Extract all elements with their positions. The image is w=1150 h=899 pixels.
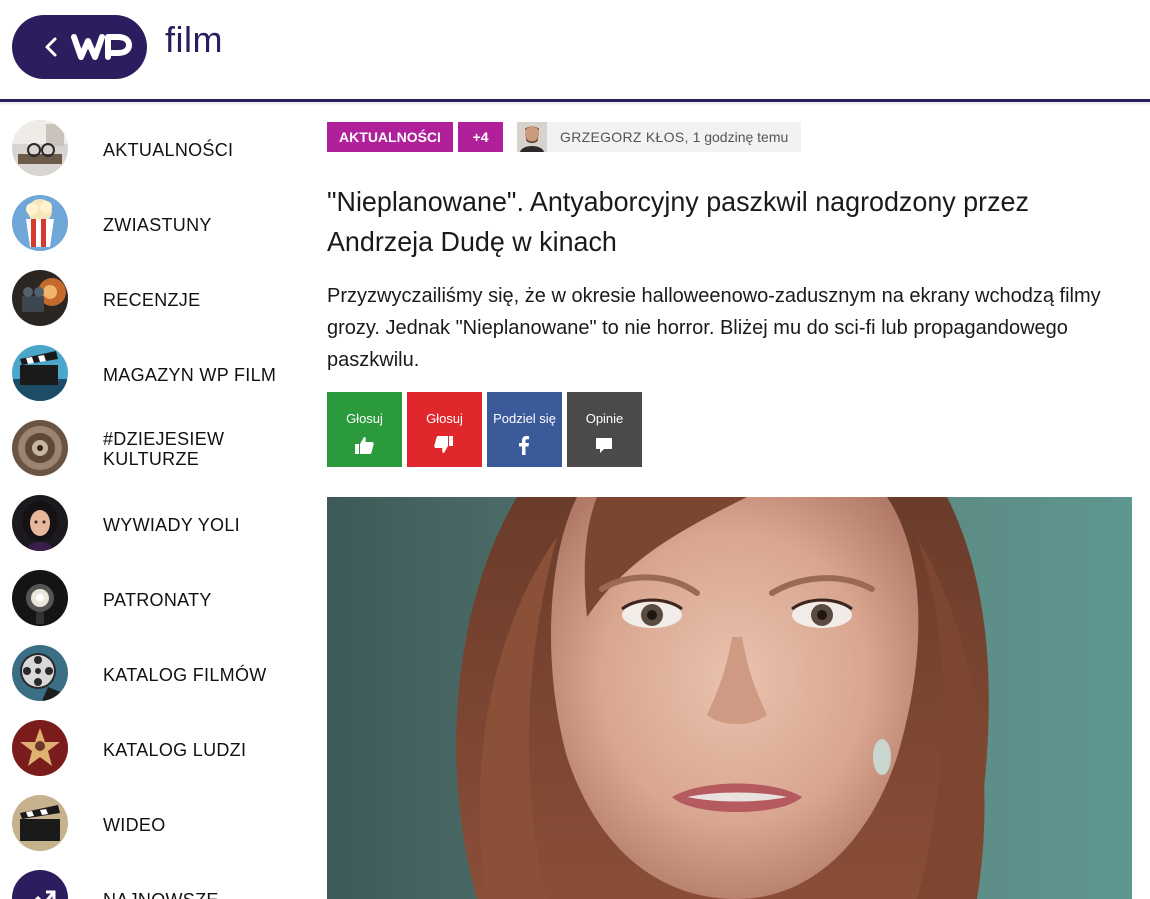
- katalog-ludzi-thumbnail: [12, 720, 68, 776]
- sidebar-item-label: PATRONATY: [103, 590, 212, 610]
- site-header: film: [0, 0, 1150, 99]
- share-facebook-button[interactable]: Podziel się: [487, 392, 562, 467]
- vote-down-label: Głosuj: [426, 411, 463, 426]
- sidebar-item-wywiady-yoli[interactable]: WYWIADY YOLI: [0, 485, 300, 555]
- author-name: GRZEGORZ KŁOS,: [560, 129, 689, 145]
- katalog-filmow-thumbnail: [12, 645, 68, 701]
- dziejesiewkulturze-thumbnail: [12, 420, 68, 476]
- author-info[interactable]: GRZEGORZ KŁOS, 1 godzinę temu: [517, 122, 801, 152]
- sidebar-item-katalog-ludzi[interactable]: KATALOG LUDZI: [0, 710, 300, 780]
- author-avatar: [517, 122, 547, 152]
- magazyn-thumbnail: [12, 345, 68, 401]
- category-sidebar: AKTUALNOŚCI ZWIASTUNY RECENZJE MAGAZYN W…: [0, 110, 300, 899]
- wywiady-yoli-thumbnail: [12, 495, 68, 551]
- article-lead: Przyzwyczailiśmy się, że w okresie hallo…: [327, 285, 1101, 371]
- aktualnosci-thumbnail: [12, 120, 68, 176]
- sidebar-item-label: MAGAZYN WP FILM: [103, 365, 277, 385]
- sidebar-item-label: ZWIASTUNY: [103, 215, 212, 235]
- comments-label: Opinie: [585, 411, 624, 426]
- sidebar-item-label: NAJNOWSZE: [103, 890, 219, 899]
- sidebar-item-label-line1: #DZIEJESIEW: [103, 429, 225, 449]
- chevron-left-icon: [45, 37, 57, 57]
- sidebar-item-label: AKTUALNOŚCI: [103, 140, 234, 160]
- sidebar-item-patronaty[interactable]: PATRONATY: [0, 560, 300, 630]
- sidebar-item-katalog-filmow[interactable]: KATALOG FILMÓW: [0, 635, 300, 705]
- category-tag[interactable]: AKTUALNOŚCI: [327, 122, 453, 152]
- thumbs-up-icon: [355, 437, 374, 454]
- zwiastuny-thumbnail: [12, 195, 68, 251]
- sidebar-item-aktualnosci[interactable]: AKTUALNOŚCI: [0, 110, 300, 180]
- sidebar-item-label: #DZIEJESIEW KULTURZE: [103, 429, 224, 469]
- article-hero-image[interactable]: [327, 497, 1132, 899]
- sidebar-item-recenzje[interactable]: RECENZJE: [0, 260, 300, 330]
- site-name[interactable]: film: [165, 22, 223, 58]
- sidebar-item-label: RECENZJE: [103, 290, 201, 310]
- share-label: Podziel się: [493, 411, 556, 426]
- article-title: "Nieplanowane". Antyaborcyjny paszkwil n…: [327, 186, 1029, 257]
- sidebar-item-label: KATALOG FILMÓW: [103, 665, 267, 685]
- wideo-thumbnail: [12, 795, 68, 851]
- publish-time: 1 godzinę temu: [692, 129, 789, 145]
- patronaty-thumbnail: [12, 570, 68, 626]
- vote-up-button[interactable]: Głosuj: [327, 392, 402, 467]
- facebook-icon: [519, 436, 530, 455]
- sidebar-item-label: WIDEO: [103, 815, 166, 835]
- thumbs-down-icon: [434, 436, 453, 453]
- wp-logo: [71, 34, 132, 60]
- more-tags-badge[interactable]: +4: [458, 122, 503, 152]
- sidebar-item-dziejesiewkulturze[interactable]: #DZIEJESIEW KULTURZE: [0, 410, 300, 480]
- article: AKTUALNOŚCI +4 GRZEGORZ KŁOS, 1 godzinę …: [327, 106, 1132, 899]
- recenzje-thumbnail: [12, 270, 68, 326]
- author-meta: GRZEGORZ KŁOS, 1 godzinę temu: [560, 122, 788, 152]
- sidebar-item-zwiastuny[interactable]: ZWIASTUNY: [0, 185, 300, 255]
- sidebar-item-label-line2: KULTURZE: [103, 449, 200, 469]
- sidebar-item-label: KATALOG LUDZI: [103, 740, 247, 760]
- sidebar-item-najnowsze[interactable]: NAJNOWSZE: [0, 860, 300, 899]
- trending-icon: [12, 870, 68, 899]
- comments-button[interactable]: Opinie: [567, 392, 642, 467]
- wp-home-button[interactable]: [12, 15, 147, 79]
- sidebar-item-magazyn[interactable]: MAGAZYN WP FILM: [0, 335, 300, 405]
- vote-up-label: Głosuj: [346, 411, 383, 426]
- sidebar-item-label: WYWIADY YOLI: [103, 515, 240, 535]
- comment-icon: [596, 438, 612, 453]
- sidebar-item-wideo[interactable]: WIDEO: [0, 785, 300, 855]
- vote-down-button[interactable]: Głosuj: [407, 392, 482, 467]
